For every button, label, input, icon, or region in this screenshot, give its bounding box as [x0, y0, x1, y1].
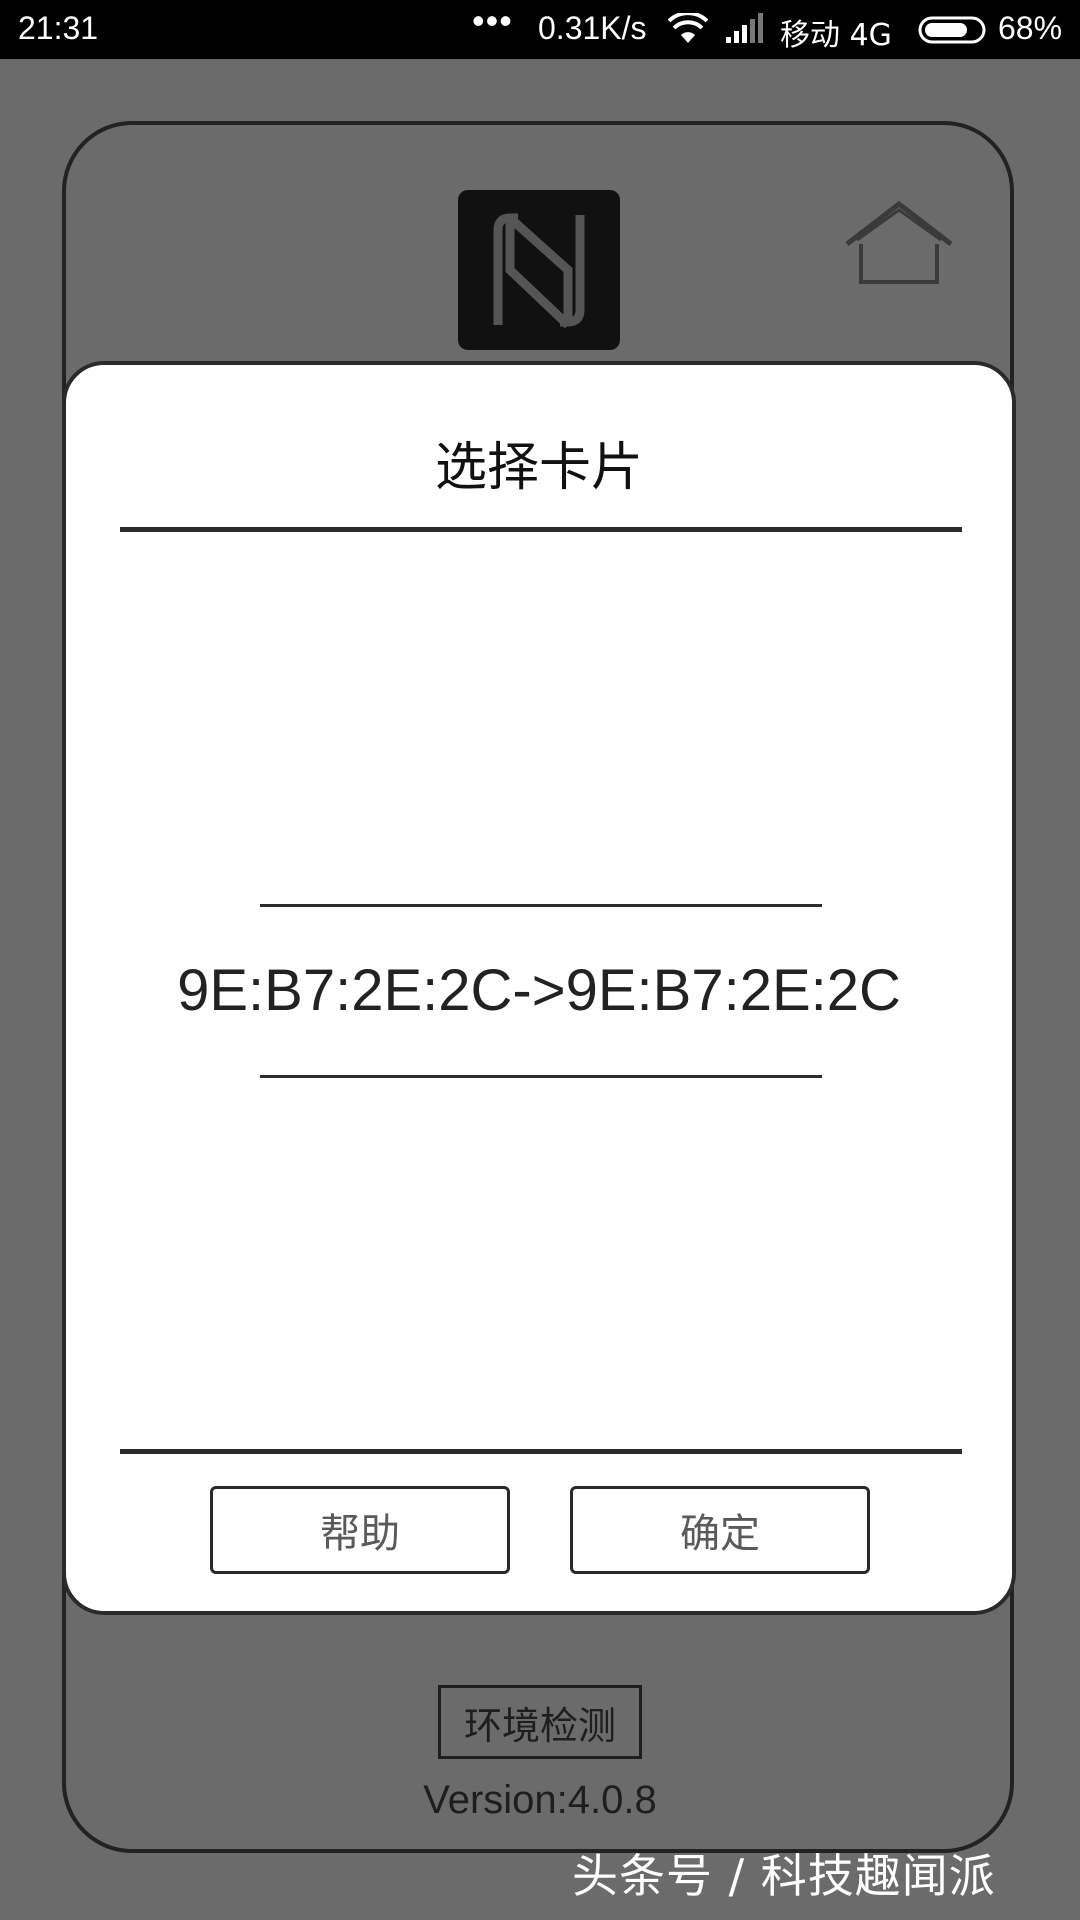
nfc-logo: [458, 190, 620, 350]
env-check-button[interactable]: 环境检测: [438, 1685, 642, 1759]
more-notifications-icon: •••: [472, 0, 513, 41]
list-divider: [260, 904, 822, 907]
carrier-label: 移动 4G: [780, 18, 892, 53]
dialog-title: 选择卡片: [434, 438, 643, 498]
select-card-dialog: 选择卡片 9E:B7:2E:2C->9E:B7:2E:2C 帮助 确定: [62, 361, 1016, 1615]
battery-percentage: 68%: [998, 10, 1063, 46]
card-list-item[interactable]: 9E:B7:2E:2C->9E:B7:2E:2C: [66, 957, 1012, 1024]
list-divider: [260, 1075, 822, 1078]
divider: [120, 527, 962, 532]
battery-icon: [918, 16, 986, 44]
network-speed: 0.31K/s: [538, 10, 647, 46]
watermark: 头条号 / 科技趣闻派: [572, 1849, 996, 1903]
signal-icon: [726, 13, 763, 43]
home-icon[interactable]: [843, 198, 955, 286]
confirm-button[interactable]: 确定: [570, 1486, 870, 1574]
version-label: Version:4.0.8: [423, 1778, 657, 1822]
wifi-icon: [668, 13, 708, 43]
status-bar: 21:31 ••• 0.31K/s 移动 4G 68%: [0, 0, 1080, 59]
status-time: 21:31: [18, 10, 99, 46]
help-button[interactable]: 帮助: [210, 1486, 510, 1574]
divider: [120, 1449, 962, 1454]
